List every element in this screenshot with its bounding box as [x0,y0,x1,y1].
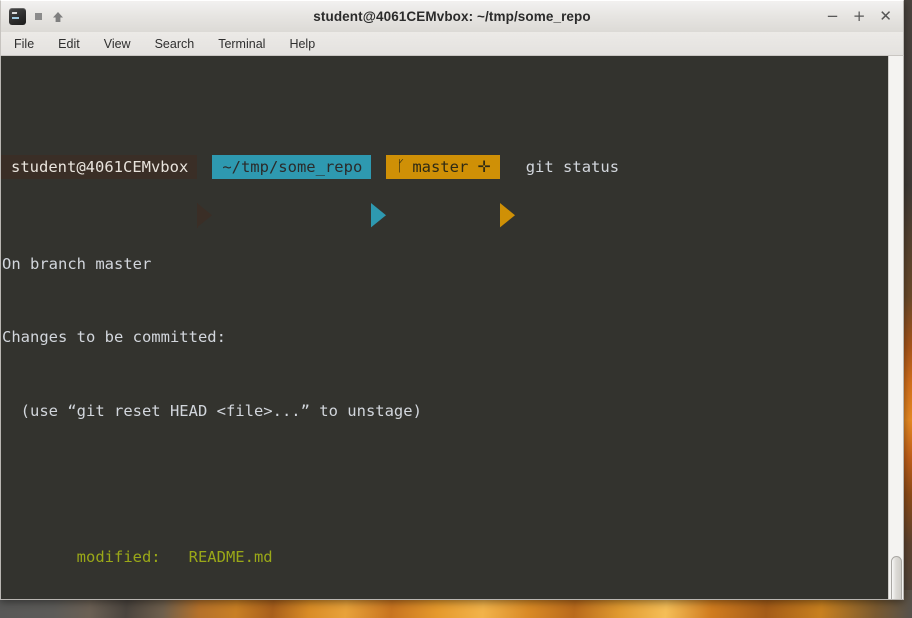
terminal-command: git status [525,157,620,176]
stop-square-icon[interactable] [35,13,42,20]
terminal-window: student@4061CEMvbox: ~/tmp/some_repo − +… [0,0,904,600]
window-titlebar[interactable]: student@4061CEMvbox: ~/tmp/some_repo − +… [0,0,904,32]
menubar: File Edit View Search Terminal Help [0,32,904,56]
git-branch-icon: ᚴ [396,156,406,175]
prompt-branch-name: master [412,157,469,176]
window-title: student@4061CEMvbox: ~/tmp/some_repo [313,9,591,24]
menu-item-file[interactable]: File [11,36,37,52]
terminal-line: (use “git reset HEAD <file>...” to unsta… [2,401,422,420]
close-button[interactable]: ✕ [879,9,892,24]
menu-item-terminal[interactable]: Terminal [215,36,268,52]
window-controls: − + ✕ [826,9,903,24]
terminal-output[interactable]: student@4061CEMvbox ~/tmp/some_repo ᚴ mas… [1,56,888,599]
menu-item-search[interactable]: Search [152,36,198,52]
menu-item-view[interactable]: View [101,36,134,52]
prompt-user-segment: student@4061CEMvbox [1,154,198,180]
maximize-button[interactable]: + [853,9,866,24]
terminal-scrollbar[interactable] [888,56,903,599]
scrollbar-thumb[interactable] [891,556,902,599]
prompt-separator-icon [371,155,387,228]
prompt-line: student@4061CEMvbox ~/tmp/some_repo ᚴ mas… [1,154,888,229]
git-dirty-icon: ✛ [477,156,491,176]
minimize-button[interactable]: − [826,9,839,24]
terminal-area: student@4061CEMvbox ~/tmp/some_repo ᚴ mas… [0,56,904,600]
prompt-separator-icon [197,155,213,229]
prompt-separator-icon [499,155,515,228]
prompt-path-segment: ~/tmp/some_repo [212,154,372,180]
terminal-line: Changes to be committed: [2,328,226,347]
prompt-git-segment: ᚴ master ✛ [386,154,500,180]
up-arrow-icon[interactable] [51,10,65,24]
menu-item-edit[interactable]: Edit [55,36,83,52]
titlebar-left-icons [1,8,65,25]
terminal-icon [9,8,26,25]
menu-item-help[interactable]: Help [286,36,318,52]
terminal-line-modified: modified: README.md [2,548,273,567]
